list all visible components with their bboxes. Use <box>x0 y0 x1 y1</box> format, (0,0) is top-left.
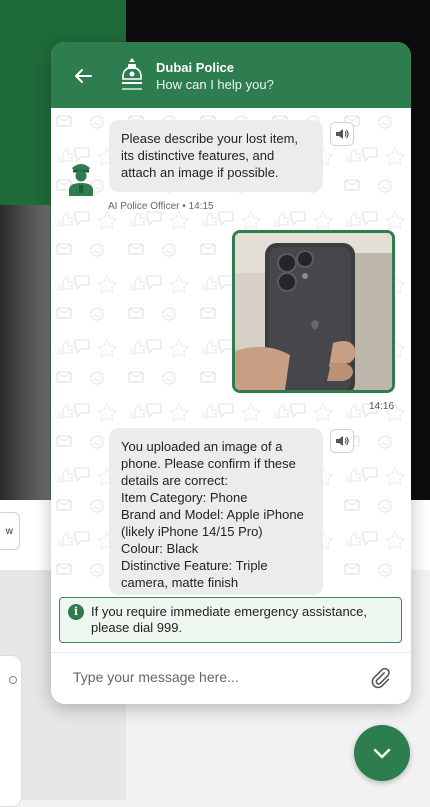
read-aloud-button[interactable] <box>330 122 354 146</box>
read-aloud-button[interactable] <box>330 429 354 453</box>
message-input[interactable] <box>73 669 333 685</box>
message-line: You uploaded an image of a phone. Please… <box>121 439 296 488</box>
bot-message-bubble: You uploaded an image of a phone. Please… <box>109 428 323 595</box>
message-line: Brand and Model: Apple iPhone (likely iP… <box>121 507 304 539</box>
emergency-alert: i If you require immediate emergency ass… <box>59 597 402 643</box>
speaker-icon <box>336 129 349 139</box>
paperclip-icon[interactable] <box>369 667 391 689</box>
chat-title: Dubai Police <box>156 60 235 75</box>
user-image-message[interactable] <box>232 230 395 393</box>
chat-subtitle: How can I help you? <box>156 77 274 92</box>
message-line: Colour: Black <box>121 541 199 556</box>
info-icon: i <box>68 604 84 620</box>
dubai-police-logo <box>122 58 142 90</box>
scroll-down-button[interactable] <box>354 725 410 781</box>
speaker-icon <box>336 436 349 446</box>
back-arrow-icon[interactable] <box>71 64 95 88</box>
police-officer-avatar <box>69 164 93 196</box>
background-card <box>0 655 22 807</box>
message-list[interactable]: Please describe your lost item, its dist… <box>51 108 411 595</box>
background-button: w <box>0 512 20 550</box>
message-time: 14:16 <box>369 401 395 412</box>
chevron-down-icon <box>373 748 391 759</box>
message-line: Item Category: Phone <box>121 490 248 505</box>
alert-text: If you require immediate emergency assis… <box>91 604 368 635</box>
phone-photo-image <box>235 233 392 390</box>
chat-header: Dubai Police How can I help you? <box>51 42 411 108</box>
composer-bar <box>51 652 411 704</box>
message-meta: AI Police Officer • 14:15 <box>108 201 214 212</box>
message-text: Please describe your lost item, its dist… <box>121 131 299 180</box>
chat-widget: Dubai Police How can I help you? Please … <box>51 42 411 704</box>
message-line: Distinctive Feature: Triple camera, matt… <box>121 558 268 590</box>
bot-message-bubble: Please describe your lost item, its dist… <box>109 120 323 192</box>
